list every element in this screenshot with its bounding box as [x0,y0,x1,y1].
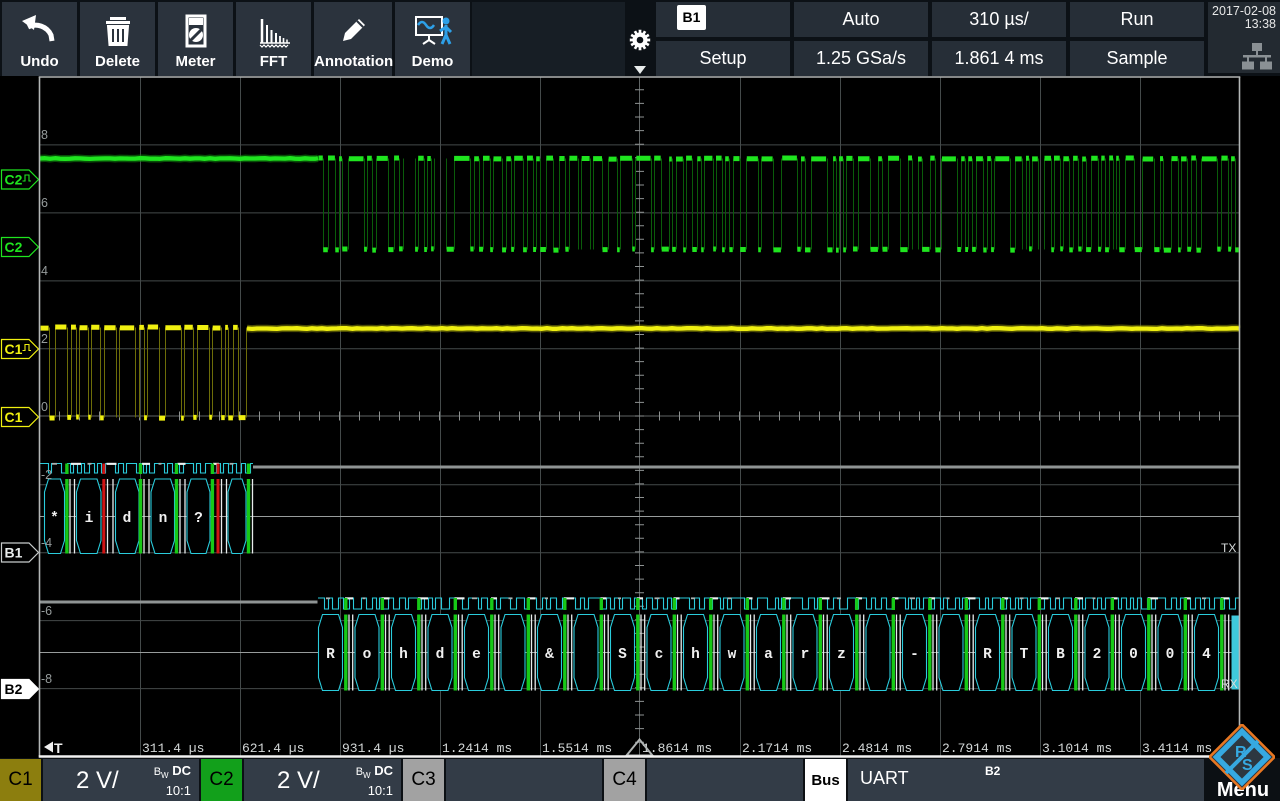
svg-text:B: B [1056,647,1065,663]
svg-text:0: 0 [1166,647,1175,663]
svg-text:1.8614 ms: 1.8614 ms [642,741,712,756]
svg-text:-6: -6 [41,604,52,618]
svg-text:C2: C2 [5,239,23,255]
svg-text:w: w [728,647,737,663]
svg-text:3.4114 ms: 3.4114 ms [1142,741,1212,756]
svg-text:S: S [1242,757,1253,774]
svg-text:931.4 µs: 931.4 µs [342,741,404,756]
svg-text:c: c [655,647,664,663]
svg-text:2.1714 ms: 2.1714 ms [742,741,812,756]
svg-text:0: 0 [1129,647,1138,663]
svg-text:1.5514 ms: 1.5514 ms [542,741,612,756]
svg-text:C2: C2 [5,172,23,188]
svg-text:311.4 µs: 311.4 µs [142,741,204,756]
svg-text:4: 4 [41,264,48,278]
svg-text:8: 8 [41,128,48,142]
svg-text:1.2414 ms: 1.2414 ms [442,741,512,756]
svg-text:i: i [85,511,94,527]
svg-text:d: d [436,647,445,663]
svg-text:3.1014 ms: 3.1014 ms [1042,741,1112,756]
svg-text:d: d [123,511,132,527]
svg-text:2.7914 ms: 2.7914 ms [942,741,1012,756]
svg-text:6: 6 [41,196,48,210]
svg-text:-4: -4 [41,536,52,550]
svg-text:4: 4 [1202,647,1211,663]
svg-text:TX: TX [1221,541,1236,555]
svg-text:-2: -2 [41,468,52,482]
svg-text:r: r [801,647,810,663]
svg-text:o: o [363,647,372,663]
svg-text:R: R [983,647,992,663]
svg-text:621.4 µs: 621.4 µs [242,741,304,756]
svg-text:h: h [691,647,700,663]
svg-text:0: 0 [41,400,48,414]
svg-text:z: z [837,647,846,663]
svg-text:T: T [54,740,63,756]
svg-text:2: 2 [1093,647,1102,663]
svg-text:RX: RX [1221,677,1238,691]
svg-text:-8: -8 [41,672,52,686]
svg-text:T: T [1020,647,1029,663]
svg-text:n: n [159,511,168,527]
svg-text:e: e [472,647,481,663]
svg-text:*: * [50,511,59,527]
svg-text:R: R [326,647,335,663]
svg-text:B2: B2 [5,681,23,697]
svg-text:S: S [618,647,627,663]
svg-text:?: ? [194,511,203,527]
svg-text:B1: B1 [5,545,23,561]
svg-text:C1: C1 [5,341,23,357]
svg-text:2: 2 [41,332,48,346]
svg-text:2.4814 ms: 2.4814 ms [842,741,912,756]
svg-text:-: - [910,647,919,663]
svg-text:a: a [764,647,773,663]
svg-text:C1: C1 [5,409,23,425]
svg-text:&: & [545,647,554,663]
svg-text:h: h [399,647,408,663]
